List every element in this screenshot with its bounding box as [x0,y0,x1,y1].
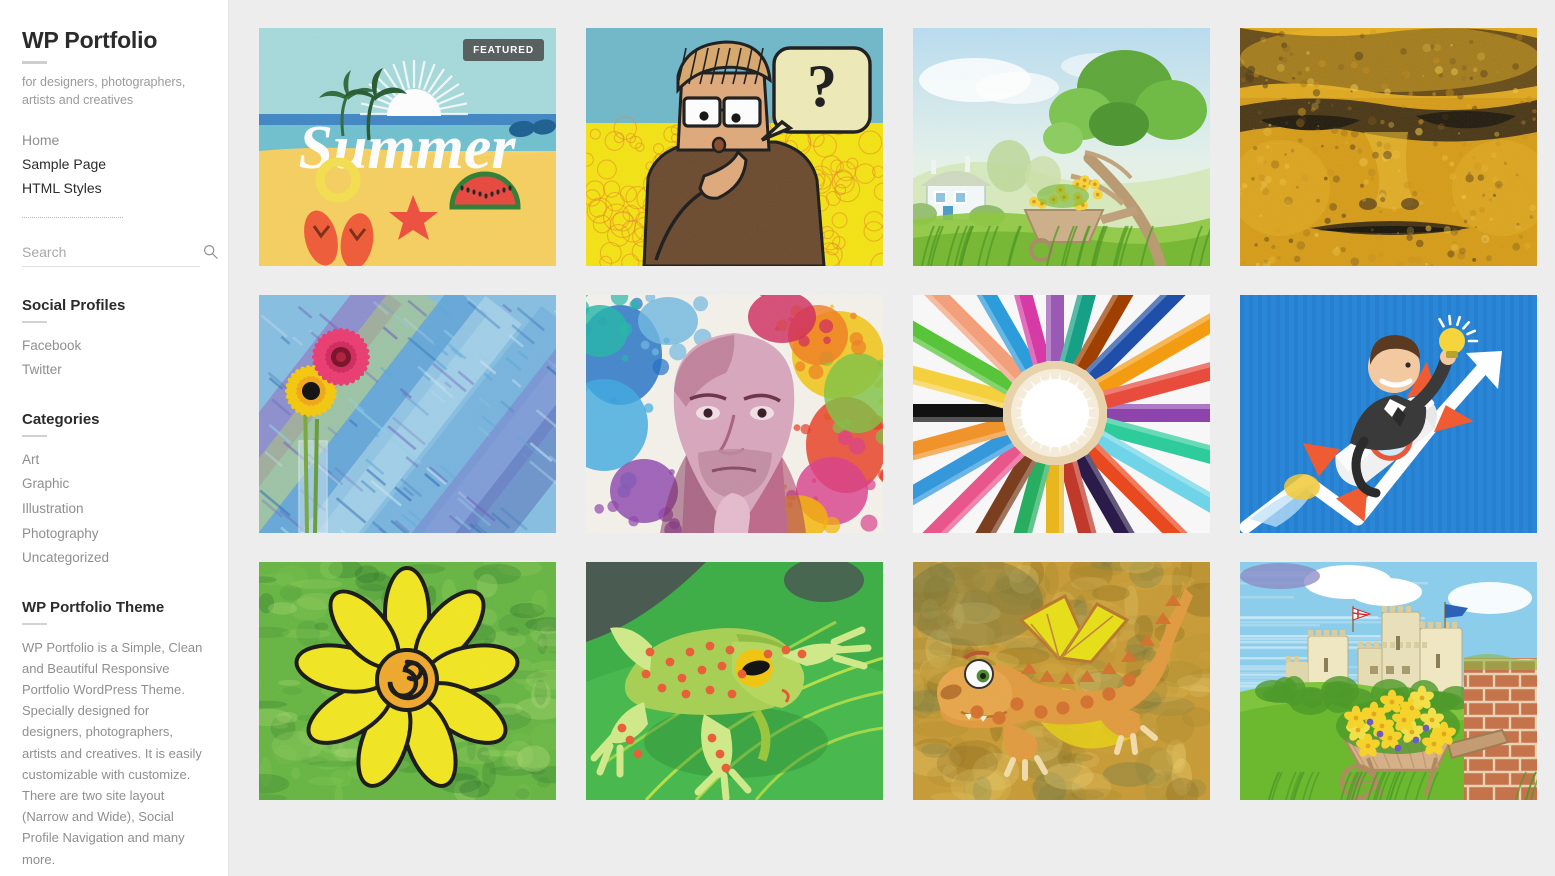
widget-categories: Categories Art Graphic Illustration Photogr… [22,411,206,569]
page-layout: WP Portfolio for designers, photographer… [0,0,1555,876]
category-link-art[interactable]: Art [22,449,206,471]
list-item: Facebook [22,335,206,357]
site-title: WP Portfolio [22,28,206,53]
nav-item: Home [22,132,206,148]
widget-title-social: Social Profiles [22,297,206,314]
primary-navigation: Home Sample Page HTML Styles [22,132,206,196]
portfolio-thumbnail [913,562,1210,800]
widget-underline [22,623,47,625]
nav-item: HTML Styles [22,180,206,196]
category-link-photography[interactable]: Photography [22,523,206,545]
widget-underline [22,321,47,323]
search-input[interactable] [22,244,203,260]
social-link-twitter[interactable]: Twitter [22,359,206,381]
portfolio-thumbnail [1240,562,1537,800]
list-item: Uncategorized [22,547,206,569]
about-theme-text: WP Portfolio is a Simple, Clean and Beau… [22,637,206,870]
featured-badge: FEATURED [463,39,544,61]
portfolio-thumbnail: Summer [259,28,556,266]
list-item: Photography [22,523,206,545]
site-description: for designers, photographers, artists an… [22,73,206,109]
nav-item: Sample Page [22,156,206,172]
search-icon[interactable] [203,244,218,259]
portfolio-item-cartoon-dragon[interactable] [913,562,1210,800]
portfolio-item-summer-beach[interactable]: Summer FEATURED [259,28,556,266]
portfolio-item-cottage-landscape[interactable] [913,28,1210,266]
portfolio-thumbnail [259,295,556,533]
portfolio-item-castle-wheelbarrow[interactable] [1240,562,1537,800]
widget-title-categories: Categories [22,411,206,428]
list-item: Illustration [22,498,206,520]
list-item: Graphic [22,473,206,495]
widget-about-theme: WP Portfolio Theme WP Portfolio is a Sim… [22,599,206,870]
dotted-divider [22,217,123,218]
nav-link-home[interactable]: Home [22,132,206,148]
widget-title-about: WP Portfolio Theme [22,599,206,616]
portfolio-item-yellow-flower[interactable] [259,562,556,800]
social-link-facebook[interactable]: Facebook [22,335,206,357]
nav-link-html-styles[interactable]: HTML Styles [22,180,206,196]
portfolio-grid: Summer FEATURED? [259,28,1536,800]
portfolio-item-buddha-face[interactable] [1240,28,1537,266]
category-link-illustration[interactable]: Illustration [22,498,206,520]
portfolio-thumbnail [1240,295,1537,533]
portfolio-item-colored-pencils[interactable] [913,295,1210,533]
sidebar: WP Portfolio for designers, photographer… [0,0,229,876]
category-link-uncategorized[interactable]: Uncategorized [22,547,206,569]
portfolio-thumbnail [586,562,883,800]
nav-link-sample-page[interactable]: Sample Page [22,156,206,172]
widget-social-profiles: Social Profiles Facebook Twitter [22,297,206,381]
portfolio-item-paper-frog[interactable] [586,562,883,800]
portfolio-item-gerbera-flowers[interactable] [259,295,556,533]
list-item: Twitter [22,359,206,381]
portfolio-thumbnail [913,295,1210,533]
portfolio-thumbnail: ? [586,28,883,266]
portfolio-item-rocket-businessman[interactable] [1240,295,1537,533]
search-form[interactable] [22,244,200,267]
portfolio-item-thinking-man[interactable]: ? [586,28,883,266]
widget-underline [22,435,47,437]
category-link-graphic[interactable]: Graphic [22,473,206,495]
portfolio-thumbnail [259,562,556,800]
portfolio-thumbnail [913,28,1210,266]
list-item: Art [22,449,206,471]
portfolio-thumbnail [586,295,883,533]
main-content: Summer FEATURED? [229,0,1555,876]
title-underline [22,61,47,64]
portfolio-thumbnail [1240,28,1537,266]
portfolio-item-portrait-splash[interactable] [586,295,883,533]
